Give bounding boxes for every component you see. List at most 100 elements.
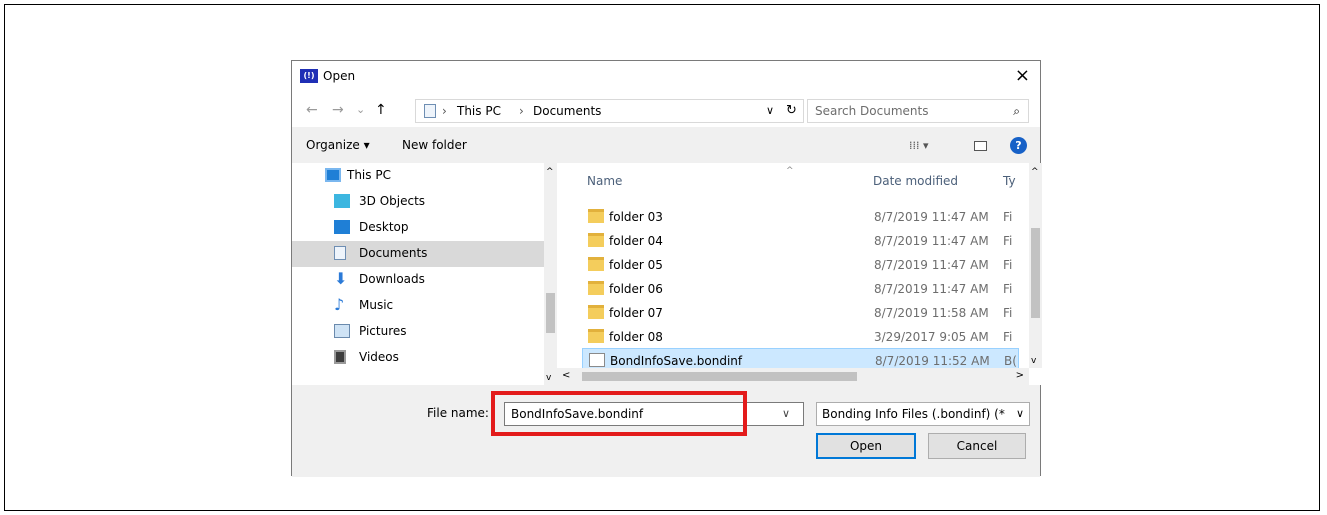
nav-label: Pictures [359,324,407,338]
folder-icon [588,233,604,247]
scroll-thumb[interactable] [546,293,555,333]
nav-label: Desktop [359,220,409,234]
nav-item-videos[interactable]: Videos [292,345,544,371]
recent-locations-icon[interactable]: ⌄ [356,103,365,116]
address-dropdown-icon[interactable]: ∨ [766,104,774,117]
nav-item-3d-objects[interactable]: 3D Objects [292,189,544,215]
download-arrow-icon: ⬇ [334,269,348,288]
music-note-icon: ♪ [334,295,345,314]
scroll-thumb[interactable] [582,372,857,381]
column-header-name[interactable]: Name [587,174,622,188]
navigation-bar: ← → ⌄ ↑ › This PC › Documents ∨ ↻ Search… [292,92,1040,127]
forward-arrow-icon[interactable]: → [332,102,344,118]
horizontal-scrollbar[interactable]: < > [557,368,1029,385]
search-box[interactable]: Search Documents ⌕ [807,99,1029,123]
file-type-value: Bonding Info Files (.bondinf) (* [822,407,1005,421]
film-icon [334,350,346,364]
item-type: Fi [1003,330,1013,344]
item-name: folder 08 [609,330,663,344]
nav-item-documents[interactable]: Documents [292,241,544,267]
nav-item-pictures[interactable]: Pictures [292,319,544,345]
folder-icon [588,209,604,223]
item-name: folder 04 [609,234,663,248]
item-type: B( [1004,354,1017,368]
folder-icon [588,281,604,295]
address-bar[interactable]: › This PC › Documents ∨ ↻ [415,99,804,123]
search-icon[interactable]: ⌕ [1013,104,1020,119]
scroll-up-icon[interactable]: ^ [1031,167,1039,177]
up-arrow-icon[interactable]: ↑ [375,102,387,118]
breadcrumb-separator: › [442,104,447,118]
scroll-down-icon[interactable]: v [546,373,551,383]
search-placeholder: Search Documents [815,104,929,118]
breadcrumb-documents[interactable]: Documents [533,104,601,118]
list-item[interactable]: folder 04 8/7/2019 11:47 AM Fi [582,229,1019,253]
item-date: 8/7/2019 11:52 AM [875,354,990,368]
close-icon[interactable]: × [1015,65,1030,86]
cube-icon [334,194,350,208]
item-type: Fi [1003,258,1013,272]
column-header-type[interactable]: Ty [1003,174,1016,188]
nav-scrollbar[interactable]: ^ v [544,163,557,385]
file-list-scrollbar[interactable]: ^ v [1029,163,1042,368]
documents-icon [334,246,346,260]
view-options-icon[interactable]: ⁞⁞⁞ ▾ [909,139,929,152]
help-icon[interactable]: ? [1010,137,1027,154]
nav-label: This PC [347,168,391,182]
organize-button[interactable]: Organize ▾ [306,138,370,152]
back-arrow-icon[interactable]: ← [306,102,318,118]
item-name: folder 07 [609,306,663,320]
scroll-left-icon[interactable]: < [562,370,570,381]
folder-icon [588,305,604,319]
nav-label: Music [359,298,394,312]
nav-item-downloads[interactable]: ⬇ Downloads [292,267,544,293]
item-name: folder 06 [609,282,663,296]
new-folder-button[interactable]: New folder [402,138,467,152]
open-dialog: (!) Open × ← → ⌄ ↑ › This PC › Documents… [291,60,1042,477]
scroll-up-icon[interactable]: ^ [546,167,554,177]
file-type-select[interactable]: Bonding Info Files (.bondinf) (* ∨ [816,402,1030,426]
item-type: Fi [1003,234,1013,248]
list-item[interactable]: folder 07 8/7/2019 11:58 AM Fi [582,301,1019,325]
file-icon [589,353,605,367]
annotation-highlight-box [491,391,747,436]
item-type: Fi [1003,306,1013,320]
scroll-thumb[interactable] [1031,228,1040,318]
nav-label: 3D Objects [359,194,426,208]
nav-label: Documents [359,246,428,260]
item-date: 3/29/2017 9:05 AM [874,330,989,344]
nav-item-music[interactable]: ♪ Music [292,293,544,319]
chevron-down-icon: ∨ [1015,407,1024,420]
list-item[interactable]: folder 08 3/29/2017 9:05 AM Fi [582,325,1019,349]
item-date: 8/7/2019 11:47 AM [874,258,989,272]
preview-pane-icon[interactable] [974,141,987,151]
item-type: Fi [1003,282,1013,296]
item-name: folder 03 [609,210,663,224]
folder-icon [588,329,604,343]
list-item[interactable]: folder 05 8/7/2019 11:47 AM Fi [582,253,1019,277]
breadcrumb-this-pc[interactable]: This PC [457,104,501,118]
list-item[interactable]: folder 03 8/7/2019 11:47 AM Fi [582,205,1019,229]
nav-label: Videos [359,350,399,364]
monitor-icon [325,168,341,182]
scroll-right-icon[interactable]: > [1016,370,1024,381]
scroll-down-icon[interactable]: v [1031,356,1036,366]
column-header-date[interactable]: Date modified [873,174,958,188]
pictures-icon [334,324,350,338]
filename-label: File name: [427,406,489,420]
sort-ascending-icon: ^ [786,166,794,176]
item-name: BondInfoSave.bondinf [610,354,743,368]
item-date: 8/7/2019 11:47 AM [874,234,989,248]
breadcrumb-separator: › [519,104,524,118]
item-name: folder 05 [609,258,663,272]
filename-dropdown-icon[interactable]: ∨ [782,407,790,420]
nav-item-desktop[interactable]: Desktop [292,215,544,241]
open-button[interactable]: Open [816,433,916,459]
navigation-pane: This PC 3D Objects Desktop Documents ⬇ D… [292,163,557,385]
refresh-icon[interactable]: ↻ [786,103,797,118]
file-list: ^ Name Date modified Ty folder 03 8/7/20… [557,163,1042,385]
outer-frame: (!) Open × ← → ⌄ ↑ › This PC › Documents… [4,4,1320,511]
nav-item-this-pc[interactable]: This PC [292,163,544,189]
cancel-button[interactable]: Cancel [928,433,1026,459]
list-item[interactable]: folder 06 8/7/2019 11:47 AM Fi [582,277,1019,301]
